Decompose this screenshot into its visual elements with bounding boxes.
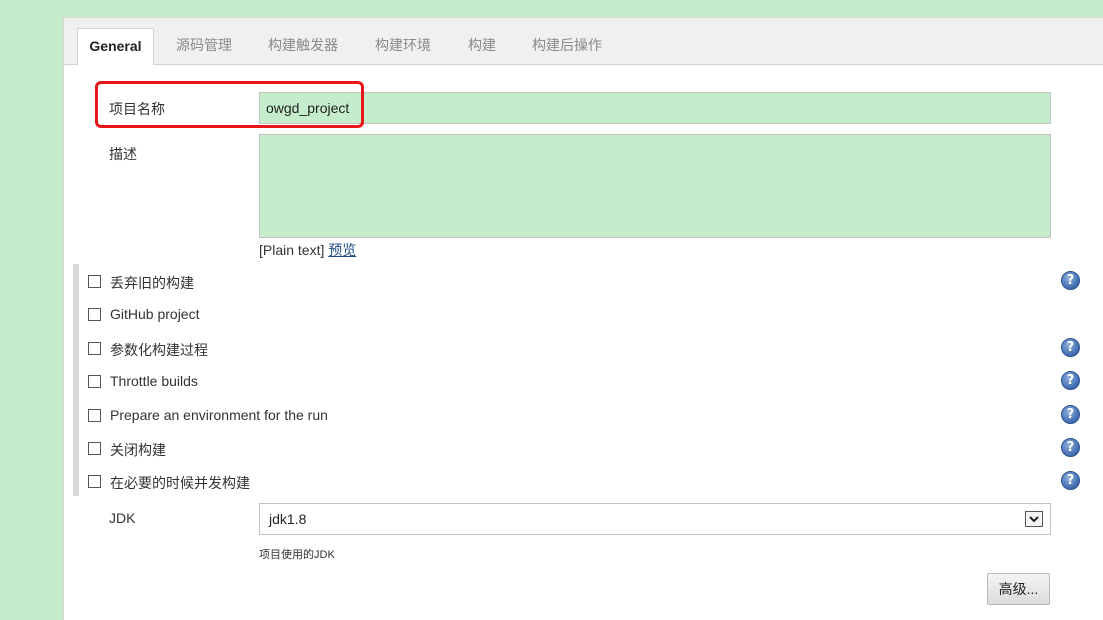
jdk-selected-value: jdk1.8 xyxy=(269,511,307,527)
tab-bar: General 源码管理 构建触发器 构建环境 构建 构建后操作 xyxy=(64,18,1103,66)
jdk-label: JDK xyxy=(109,510,136,526)
option-label: 在必要的时候并发构建 xyxy=(110,475,250,491)
tab-source-management[interactable]: 源码管理 xyxy=(168,28,240,64)
description-format: [Plain text] 预览 xyxy=(259,240,356,260)
option-label: 丢弃旧的构建 xyxy=(110,275,194,291)
chevron-down-icon[interactable] xyxy=(1025,511,1043,527)
format-text: [Plain text] xyxy=(259,242,325,258)
advanced-button[interactable]: 高级... xyxy=(987,573,1050,605)
checkbox[interactable] xyxy=(88,342,101,355)
option-label: GitHub project xyxy=(110,306,200,322)
preview-link[interactable]: 预览 xyxy=(328,242,356,258)
jdk-help-text: 项目使用的JDK xyxy=(259,549,335,561)
help-icon[interactable]: ? xyxy=(1061,405,1080,424)
tab-build-triggers[interactable]: 构建触发器 xyxy=(260,28,346,64)
checkbox[interactable] xyxy=(88,375,101,388)
checkbox[interactable] xyxy=(88,442,101,455)
checkbox[interactable] xyxy=(88,475,101,488)
help-icon[interactable]: ? xyxy=(1061,371,1080,390)
description-textarea[interactable] xyxy=(259,134,1051,238)
help-icon[interactable]: ? xyxy=(1061,338,1080,357)
option-label: Prepare an environment for the run xyxy=(110,407,328,423)
tab-post-build-actions[interactable]: 构建后操作 xyxy=(524,28,610,64)
tab-general[interactable]: General xyxy=(77,28,154,66)
help-icon[interactable]: ? xyxy=(1061,438,1080,457)
checkbox[interactable] xyxy=(88,275,101,288)
option-label: 关闭构建 xyxy=(110,442,166,458)
tab-build[interactable]: 构建 xyxy=(460,28,504,64)
option-label: Throttle builds xyxy=(110,373,198,389)
checkbox[interactable] xyxy=(88,409,101,422)
help-icon[interactable]: ? xyxy=(1061,471,1080,490)
tab-build-environment[interactable]: 构建环境 xyxy=(367,28,439,64)
highlight-box xyxy=(95,81,364,128)
help-icon[interactable]: ? xyxy=(1061,271,1080,290)
description-label: 描述 xyxy=(109,146,137,162)
option-label: 参数化构建过程 xyxy=(110,342,208,358)
config-panel: General 源码管理 构建触发器 构建环境 构建 构建后操作 项目名称 ow… xyxy=(63,17,1103,620)
checkbox[interactable] xyxy=(88,308,101,321)
options-section-bar xyxy=(73,264,79,496)
project-name-input[interactable]: owgd_project xyxy=(259,92,1051,124)
jdk-select[interactable]: jdk1.8 xyxy=(259,503,1051,535)
